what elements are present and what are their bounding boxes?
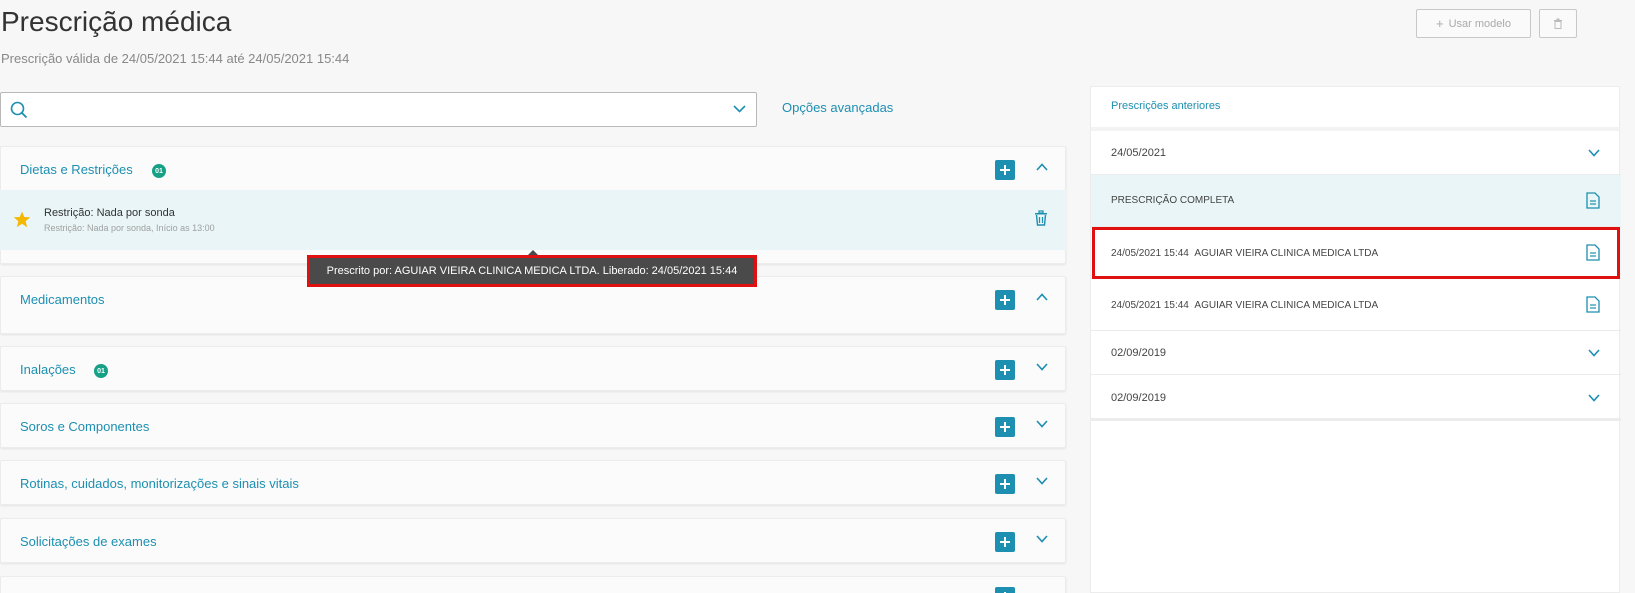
entry-text: 24/05/2021 15:44 AGUIAR VIEIRA CLINICA M… xyxy=(1111,300,1378,311)
chevron-down-icon[interactable] xyxy=(733,105,746,113)
chevron-down-icon[interactable] xyxy=(1036,535,1048,543)
complete-prescription-row[interactable]: PRESCRIÇÃO COMPLETA xyxy=(1091,175,1621,227)
prescription-entry-row[interactable]: 24/05/2021 15:44 AGUIAR VIEIRA CLINICA M… xyxy=(1091,279,1621,331)
section-serums: Soros e Componentes xyxy=(0,403,1066,448)
diet-item-subtitle: Restrição: Nada por sonda, Início as 13:… xyxy=(44,223,215,233)
plus-icon xyxy=(1000,537,1010,547)
section-title: Dietas e Restrições xyxy=(20,162,133,177)
search-field[interactable] xyxy=(0,92,757,127)
section-header[interactable]: Rotinas, cuidados, monitorizações e sina… xyxy=(1,461,1065,505)
section-title: Inalações xyxy=(20,362,76,377)
page-title: Prescrição médica xyxy=(1,6,232,37)
use-model-label: Usar modelo xyxy=(1448,17,1511,30)
add-button[interactable] xyxy=(995,360,1015,380)
count-badge: 01 xyxy=(94,364,108,378)
panel-title: Prescrições anteriores xyxy=(1111,100,1221,112)
section-routines: Rotinas, cuidados, monitorizações e sina… xyxy=(0,460,1066,505)
prescription-validity: Prescrição válida de 24/05/2021 15:44 at… xyxy=(1,51,350,66)
use-model-button[interactable]: + Usar modelo xyxy=(1416,9,1531,38)
section-title: Solicitações de exames xyxy=(20,534,157,549)
entry-datetime: 24/05/2021 15:44 xyxy=(1111,300,1189,311)
date-group-label: 24/05/2021 xyxy=(1111,147,1167,159)
document-icon[interactable] xyxy=(1586,296,1600,313)
diet-item-title: Restrição: Nada por sonda xyxy=(44,207,175,219)
previous-prescriptions-panel: Prescrições anteriores 24/05/2021 PRESCR… xyxy=(1090,86,1621,593)
section-title: Soros e Componentes xyxy=(20,419,150,434)
section-header[interactable]: Solicitações de exames xyxy=(1,519,1065,563)
diet-item-row[interactable]: Restrição: Nada por sonda Restrição: Nad… xyxy=(0,190,1066,250)
date-group-label: 02/09/2019 xyxy=(1111,392,1167,404)
delete-prescription-button[interactable] xyxy=(1539,9,1577,38)
search-input[interactable] xyxy=(37,99,717,121)
section-header[interactable]: Inalações 01 xyxy=(1,347,1065,391)
plus-icon xyxy=(1000,295,1010,305)
search-icon xyxy=(10,101,28,119)
prescriber-tooltip: Prescrito por: AGUIAR VIEIRA CLINICA MED… xyxy=(307,255,757,287)
chevron-down-icon[interactable] xyxy=(1036,420,1048,428)
plus-icon xyxy=(1000,422,1010,432)
star-icon[interactable] xyxy=(13,211,31,228)
chevron-down-icon[interactable] xyxy=(1036,363,1048,371)
chevron-down-icon[interactable] xyxy=(1036,477,1048,485)
section-title: Rotinas, cuidados, monitorizações e sina… xyxy=(20,476,299,491)
date-group-row[interactable]: 02/09/2019 xyxy=(1091,331,1621,375)
document-icon[interactable] xyxy=(1586,192,1600,209)
plus-icon xyxy=(1000,165,1010,175)
section-header[interactable]: Soros e Componentes xyxy=(1,404,1065,448)
add-button[interactable] xyxy=(995,532,1015,552)
plus-icon: + xyxy=(1436,16,1444,31)
plus-icon xyxy=(1000,479,1010,489)
add-button[interactable] xyxy=(995,587,1015,593)
advanced-options-link[interactable]: Opções avançadas xyxy=(782,100,893,115)
count-badge: 01 xyxy=(152,164,166,178)
add-button[interactable] xyxy=(995,417,1015,437)
date-group-row[interactable]: 24/05/2021 xyxy=(1091,131,1621,175)
chevron-down-icon[interactable] xyxy=(1588,349,1600,357)
chevron-up-icon[interactable] xyxy=(1036,293,1048,301)
highlight-box xyxy=(1092,227,1620,279)
entry-doctor: AGUIAR VIEIRA CLINICA MEDICA LTDA xyxy=(1194,300,1379,311)
complete-prescription-label: PRESCRIÇÃO COMPLETA xyxy=(1111,195,1235,206)
plus-icon xyxy=(1000,365,1010,375)
chevron-down-icon[interactable] xyxy=(1588,149,1600,157)
trash-icon[interactable] xyxy=(1034,210,1048,226)
section-exam-requests: Solicitações de exames xyxy=(0,518,1066,563)
date-group-row[interactable]: 02/09/2019 xyxy=(1091,375,1621,421)
chevron-down-icon[interactable] xyxy=(1588,394,1600,402)
section-title: Medicamentos xyxy=(20,292,105,307)
prescription-page: { "header": { "title": "Prescrição médic… xyxy=(0,0,1635,593)
date-group-label: 02/09/2019 xyxy=(1111,347,1167,359)
chevron-up-icon[interactable] xyxy=(1036,163,1048,171)
section-partial xyxy=(0,576,1066,593)
trash-icon xyxy=(1554,18,1562,29)
section-inhalations: Inalações 01 xyxy=(0,346,1066,391)
add-button[interactable] xyxy=(995,290,1015,310)
section-header[interactable]: Dietas e Restrições 01 xyxy=(1,147,1065,191)
add-button[interactable] xyxy=(995,160,1015,180)
add-button[interactable] xyxy=(995,474,1015,494)
